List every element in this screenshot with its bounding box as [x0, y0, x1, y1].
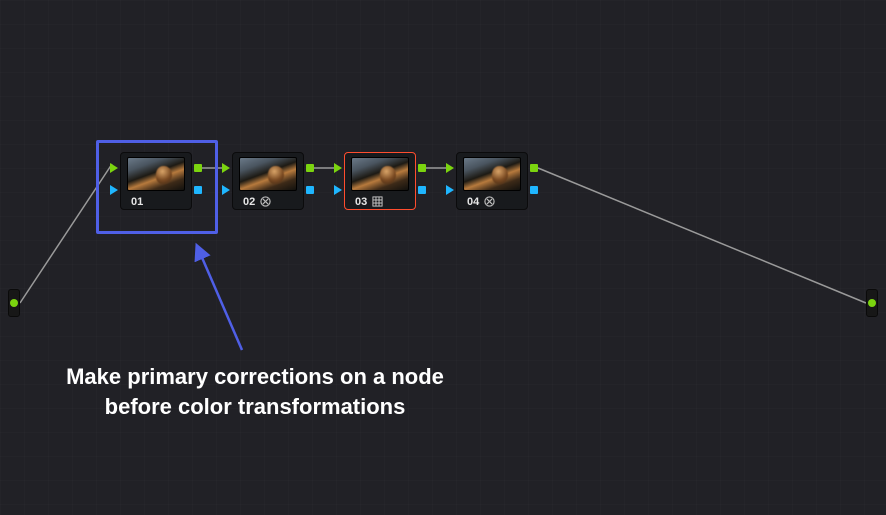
annotation-line1: Make primary corrections on a node — [66, 364, 444, 389]
color-node-02[interactable]: 02 — [232, 152, 304, 210]
node-graph-canvas[interactable]: 01 02 03 — [0, 0, 886, 515]
graph-source-input[interactable] — [8, 289, 20, 317]
output-dot-icon — [868, 299, 876, 307]
alpha-input-port-icon[interactable] — [110, 185, 118, 195]
node-thumbnail — [239, 157, 297, 191]
node-thumbnail — [127, 157, 185, 191]
alpha-output-port-icon[interactable] — [194, 186, 202, 194]
rgb-output-port-icon[interactable] — [306, 164, 314, 172]
fx-badge-icon — [260, 196, 271, 207]
annotation-line2: before color transformations — [105, 394, 406, 419]
annotation-caption: Make primary corrections on a node befor… — [40, 362, 470, 421]
rgb-input-port-icon[interactable] — [446, 163, 454, 173]
source-dot-icon — [10, 299, 18, 307]
annotation-arrow-icon — [0, 0, 886, 515]
connection-lines — [0, 0, 886, 515]
rgb-output-port-icon[interactable] — [194, 164, 202, 172]
alpha-output-port-icon[interactable] — [530, 186, 538, 194]
alpha-input-port-icon[interactable] — [222, 185, 230, 195]
node-thumbnail — [351, 157, 409, 191]
rgb-input-port-icon[interactable] — [110, 163, 118, 173]
color-node-03[interactable]: 03 — [344, 152, 416, 210]
rgb-output-port-icon[interactable] — [418, 164, 426, 172]
color-node-04[interactable]: 04 — [456, 152, 528, 210]
node-number-label: 02 — [243, 196, 255, 208]
color-node-01[interactable]: 01 — [120, 152, 192, 210]
rgb-input-port-icon[interactable] — [222, 163, 230, 173]
alpha-input-port-icon[interactable] — [446, 185, 454, 195]
alpha-output-port-icon[interactable] — [418, 186, 426, 194]
rgb-output-port-icon[interactable] — [530, 164, 538, 172]
rgb-input-port-icon[interactable] — [334, 163, 342, 173]
alpha-input-port-icon[interactable] — [334, 185, 342, 195]
alpha-output-port-icon[interactable] — [306, 186, 314, 194]
node-thumbnail — [463, 157, 521, 191]
fx-badge-icon — [484, 196, 495, 207]
node-number-label: 03 — [355, 196, 367, 208]
graph-output[interactable] — [866, 289, 878, 317]
node-number-label: 01 — [131, 196, 143, 208]
lut-grid-badge-icon — [372, 196, 383, 207]
node-number-label: 04 — [467, 196, 479, 208]
